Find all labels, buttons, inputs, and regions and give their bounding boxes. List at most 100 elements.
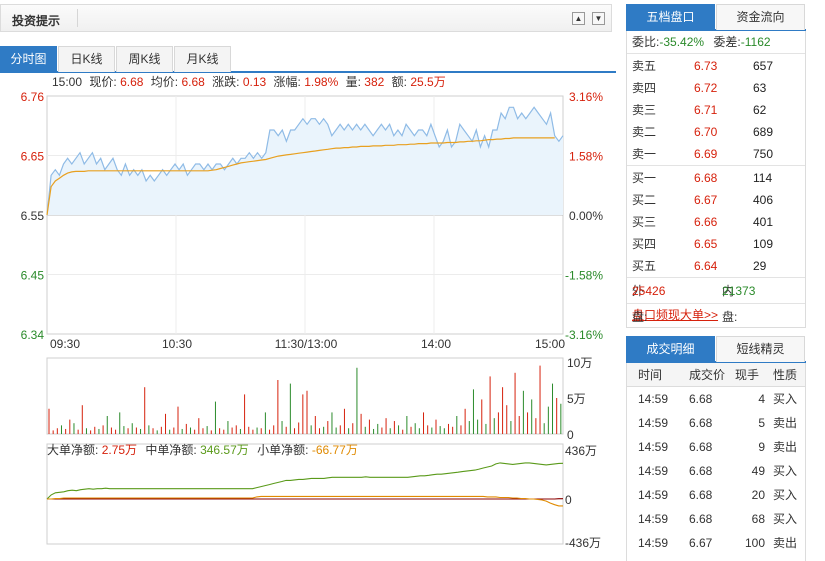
y-tick-left: 6.76 [21, 90, 45, 104]
x-tick: 14:00 [421, 337, 451, 351]
tab-weekly-k[interactable]: 周K线 [116, 46, 173, 72]
tab-five-levels[interactable]: 五档盘口 [626, 4, 715, 30]
volume-tick: 0 [567, 428, 574, 442]
trade-price: 6.68 [689, 512, 713, 526]
trade-row: 14:59 6.68 5 卖出 [627, 411, 805, 435]
tab-daily-k[interactable]: 日K线 [58, 46, 115, 72]
volume-tick: 5万 [567, 392, 586, 406]
sell-level-row: 卖三 6.71 62 [627, 99, 805, 121]
trade-price: 6.68 [689, 464, 713, 478]
level-price: 6.71 [694, 103, 718, 117]
level-volume: 657 [753, 59, 774, 73]
trade-row: 14:59 6.68 4 买入 [627, 387, 805, 411]
buy-level-row: 买二 6.67 406 [627, 189, 805, 211]
sell-level-row: 卖一 6.69 750 [627, 143, 805, 165]
trade-hand: 4 [758, 392, 765, 406]
trade-hand: 9 [758, 440, 765, 454]
out-value: 25426 [632, 284, 666, 298]
chart-tabs: 分时图 日K线 周K线 月K线 [0, 46, 616, 73]
level-price: 6.67 [694, 193, 718, 207]
flow-legend: 大单净额: 2.75万 中单净额: 346.57万 小单净额: -66.77万 [47, 442, 358, 457]
level-volume: 750 [753, 147, 774, 161]
diff-value: -1162 [740, 35, 771, 49]
tab-short-term[interactable]: 短线精灵 [716, 336, 805, 362]
trade-price: 6.68 [689, 416, 713, 430]
sell-level-row: 卖五 6.73 657 [627, 55, 805, 77]
level-volume: 29 [753, 259, 767, 273]
sell-level-row: 卖四 6.72 63 [627, 77, 805, 99]
tab-fund-flow[interactable]: 资金流向 [716, 4, 805, 30]
trade-hand: 68 [751, 512, 765, 526]
level-volume: 109 [753, 237, 774, 251]
ratio-value: -35.42% [659, 35, 705, 49]
ratio-row: 委比:-35.42% 委差:-1162 [627, 31, 805, 54]
flow-tick: 0 [565, 493, 572, 507]
trade-type: 买入 [773, 488, 798, 502]
orderbook-panel: 五档盘口 资金流向 委比:-35.42% 委差:-1162 卖五 6.73 657 卖… [626, 4, 806, 328]
scroll-up-icon[interactable]: ▲ [572, 12, 585, 25]
info-price: 6.68 [120, 75, 144, 89]
tab-trade-detail[interactable]: 成交明细 [626, 336, 715, 362]
level-volume: 689 [753, 125, 774, 139]
trade-hand: 20 [751, 488, 765, 502]
level-label: 买四 [632, 237, 657, 251]
chart-panel: 投资提示 ▲ ▼ 分时图 日K线 周K线 月K线 15:00 现价: 6.68 … [0, 0, 616, 561]
info-amt-label: 额: [392, 75, 407, 89]
flow-line [46, 462, 564, 500]
legend-small-value: -66.77万 [312, 443, 358, 457]
level-volume: 62 [753, 103, 767, 117]
level-label: 买一 [632, 171, 657, 185]
buy-level-row: 买三 6.66 401 [627, 211, 805, 233]
info-pct-label: 涨幅: [274, 74, 301, 89]
svg-text:15:00 现价: 6.68: 15:00 现价: 6.68 均价: 6.68 涨跌: 0.13 涨幅: 1.9… [52, 74, 446, 89]
trades-list: 14:59 6.68 4 买入 14:59 6.68 5 卖出 14:59 6.68 9 卖出 14:5… [626, 387, 806, 561]
volume-tick: 10万 [567, 356, 592, 370]
trade-row: 14:59 6.68 68 买入 [627, 507, 805, 531]
trade-price: 6.68 [689, 488, 713, 502]
legend-big-label: 大单净额: [47, 443, 98, 457]
info-vol-label: 量: [346, 75, 361, 89]
sell-level-row: 卖二 6.70 689 [627, 121, 805, 143]
trade-type: 卖出 [773, 536, 798, 550]
level-label: 卖五 [632, 59, 657, 73]
trade-time: 14:59 [638, 464, 669, 478]
level-label: 卖一 [632, 147, 657, 161]
level-price: 6.68 [694, 171, 718, 185]
info-pct: 1.98% [304, 75, 338, 89]
out-in-row: 外盘: 25426 内盘: 21373 [627, 277, 805, 324]
trade-hand: 5 [758, 416, 765, 430]
y-tick-left: 6.65 [21, 150, 45, 164]
trade-row: 14:59 6.67 100 卖出 [627, 531, 805, 555]
trade-type: 卖出 [773, 416, 798, 430]
buy-level-row: 买五 6.64 29 [627, 255, 805, 277]
trade-type: 买入 [773, 392, 798, 406]
trade-time: 14:59 [638, 440, 669, 454]
level-label: 卖三 [632, 103, 657, 117]
legend-mid-value: 346.57万 [200, 443, 249, 457]
level-label: 买五 [632, 259, 657, 273]
level-price: 6.70 [694, 125, 718, 139]
tab-timeshare[interactable]: 分时图 [0, 46, 57, 72]
tab-monthly-k[interactable]: 月K线 [174, 46, 231, 72]
info-change-label: 涨跌: [212, 74, 239, 89]
trade-type: 卖出 [773, 440, 798, 454]
y-tick-left: 6.45 [21, 269, 45, 283]
buy-levels: 买一 6.68 114 买二 6.67 406 买三 6.66 401 买四 6.65 109 买五 6.… [627, 165, 805, 277]
trade-time: 14:59 [638, 488, 669, 502]
legend-big-value: 2.75万 [102, 443, 137, 457]
fund-flow-plot: 436万 0 -436万 [46, 443, 601, 550]
tip-title: 投资提示 [12, 14, 61, 28]
y-tick-right: -3.16% [565, 328, 603, 342]
trade-row: 14:59 6.68 9 卖出 [627, 435, 805, 459]
scroll-down-icon[interactable]: ▼ [592, 12, 605, 25]
sell-levels: 卖五 6.73 657 卖四 6.72 63 卖三 6.71 62 卖二 6.70 689 卖一 6.69… [627, 54, 805, 165]
tip-header: 投资提示 ▲ ▼ [0, 4, 612, 32]
level-price: 6.65 [694, 237, 718, 251]
x-tick: 10:30 [162, 337, 192, 351]
ratio-label: 委比: [632, 35, 660, 49]
level-volume: 401 [753, 215, 774, 229]
level-volume: 114 [753, 171, 773, 185]
legend-small-label: 小单净额: [257, 443, 308, 457]
orderbook-tabs: 五档盘口 资金流向 [626, 4, 806, 31]
level-price: 6.66 [694, 215, 718, 229]
